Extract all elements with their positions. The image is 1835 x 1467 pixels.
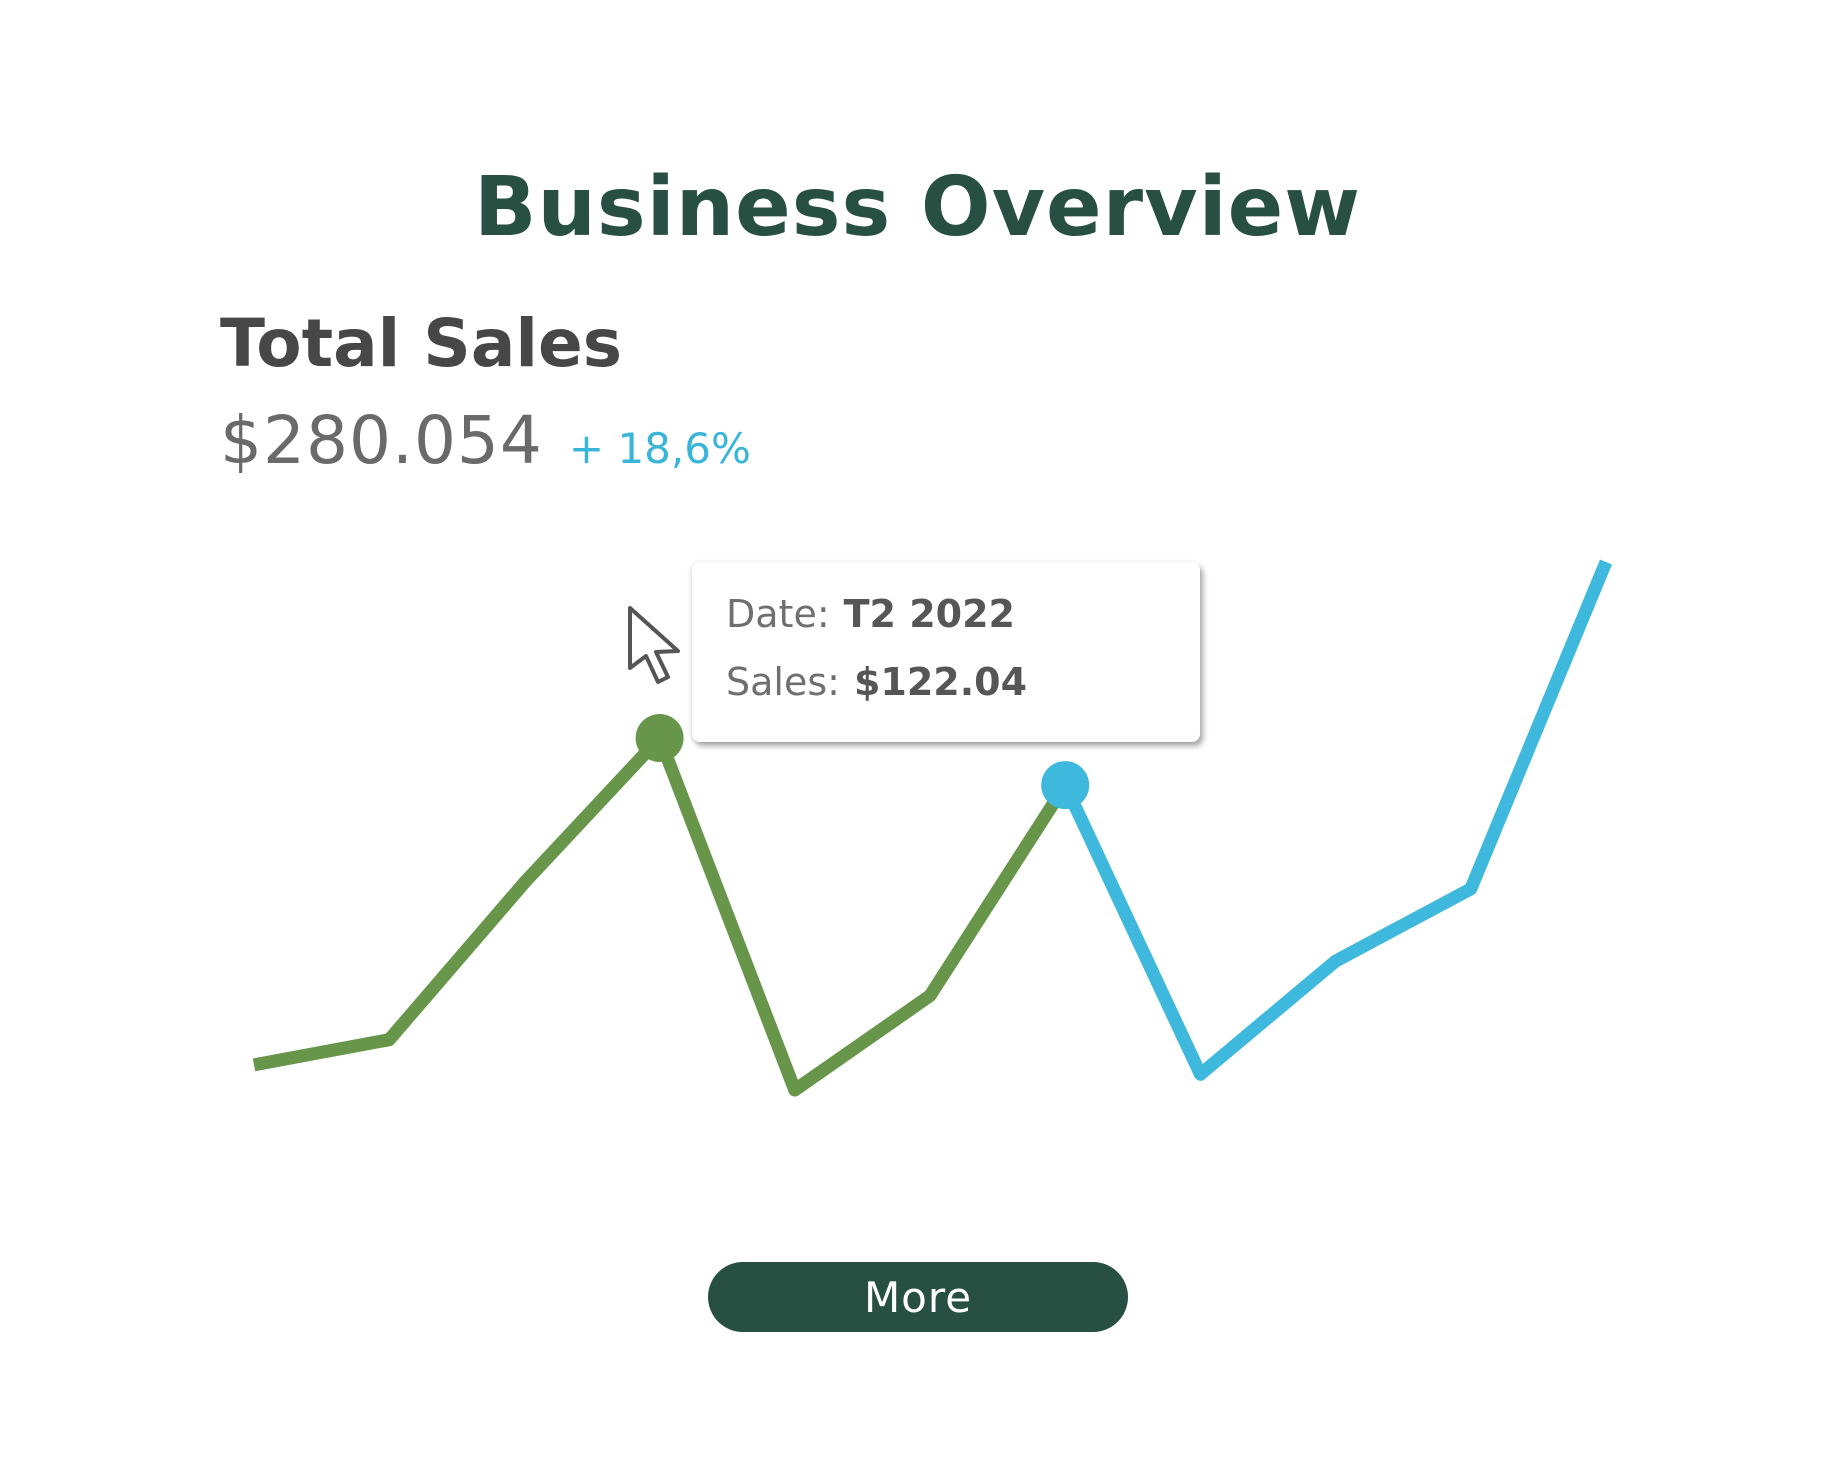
tooltip-sales-row: Sales: $122.04	[726, 660, 1027, 704]
series-line-past	[252, 731, 1071, 1097]
data-point-4[interactable]	[789, 1084, 801, 1096]
data-point-5[interactable]	[924, 990, 936, 1002]
data-point-tooltip: Date: T2 2022 Sales: $122.04	[692, 562, 1200, 742]
data-point-8[interactable]	[1330, 955, 1342, 967]
data-point-0[interactable]	[248, 1059, 260, 1071]
highlighted-point-6[interactable]	[1041, 761, 1090, 810]
data-point-1[interactable]	[383, 1034, 395, 1046]
tooltip-date-row: Date: T2 2022	[726, 592, 1015, 636]
tooltip-date-label: Date:	[726, 592, 830, 636]
tooltip-sales-label: Sales:	[726, 660, 840, 704]
tooltip-date-value: T2 2022	[843, 592, 1015, 636]
data-point-10[interactable]	[1600, 556, 1612, 568]
more-button[interactable]: More	[708, 1262, 1128, 1332]
data-point-7[interactable]	[1194, 1068, 1206, 1080]
tooltip-sales-value: $122.04	[853, 660, 1028, 704]
cursor-arrow-icon	[628, 606, 680, 684]
highlighted-point-3[interactable]	[635, 714, 684, 762]
data-point-9[interactable]	[1465, 883, 1477, 895]
data-point-2[interactable]	[518, 877, 530, 889]
